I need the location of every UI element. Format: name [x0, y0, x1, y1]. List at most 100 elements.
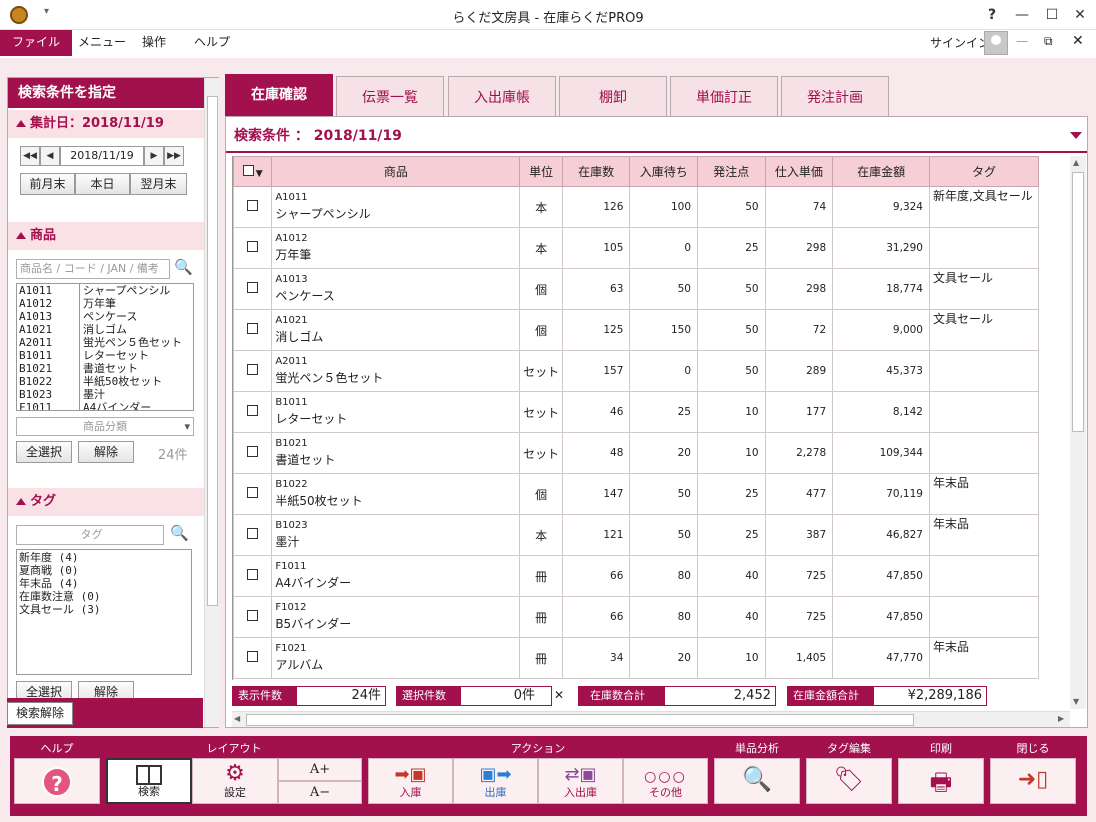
row-checkbox[interactable] [247, 569, 259, 580]
table-row[interactable]: B1011 レターセット セット 46 25 10 177 8,142 [233, 391, 1040, 433]
row-checkbox-cell[interactable] [233, 555, 273, 597]
tag-edit-button[interactable]: 🏷 [806, 758, 892, 804]
header-checkbox[interactable]: ▼ [233, 156, 273, 187]
tag-section-header[interactable]: タグ [8, 488, 204, 516]
tab-stock-check[interactable]: 在庫確認 [225, 74, 333, 116]
left-scrollbar[interactable] [204, 78, 219, 727]
table-hscrollbar[interactable]: ◀ ▶ [232, 711, 1070, 727]
col-tag[interactable]: タグ [928, 156, 1040, 187]
table-row[interactable]: A1013 ペンケース個 63 50 50 298 18,774 文具セール [233, 268, 1040, 310]
col-incoming[interactable]: 入庫待ち [629, 156, 698, 187]
row-checkbox-cell[interactable] [233, 514, 273, 556]
product-list-item[interactable]: A2011 蛍光ペン５色セット [17, 336, 193, 349]
next-day-icon[interactable]: ▶ [144, 146, 164, 166]
product-section-header[interactable]: 商品 [8, 222, 204, 250]
close-app-button[interactable]: ➜▯ [990, 758, 1076, 804]
ribbon-minimize-icon[interactable]: — [1016, 34, 1028, 48]
tab-price-correction[interactable]: 単価訂正 [670, 76, 778, 116]
table-row[interactable]: F1021 アルバム 冊 34 20 10 1,405 47,770 年末品 [233, 637, 1040, 679]
maximize-button[interactable]: ☐ [1038, 4, 1066, 26]
settings-button[interactable]: ⚙ 設定 [192, 758, 278, 804]
table-row[interactable]: B1022 半紙50枚セット 個 147 50 25 477 70,119 年末品 [233, 473, 1040, 515]
row-checkbox[interactable] [247, 282, 259, 293]
table-row[interactable]: A1012 万年筆 本 105 0 25 298 31,290 [233, 227, 1040, 269]
stock-inout-button[interactable]: ⇄▣ 入出庫 [538, 758, 623, 804]
tag-search-icon[interactable]: 🔍 [170, 524, 189, 542]
row-checkbox-cell[interactable] [233, 596, 273, 638]
restore-icon[interactable]: ⧉ [1044, 34, 1053, 49]
date-section-header[interactable]: 集計日：2018/11/19 [8, 110, 204, 138]
scroll-left-icon[interactable]: ◀ [234, 714, 240, 723]
row-checkbox-cell[interactable] [233, 309, 273, 351]
tag-list-item[interactable]: 新年度 (4) [19, 551, 189, 564]
row-checkbox[interactable] [247, 323, 259, 334]
stock-out-button[interactable]: ▣➡ 出庫 [453, 758, 538, 804]
clear-selection-icon[interactable]: ✕ [554, 688, 564, 702]
product-list-item[interactable]: A1021 消しゴム [17, 323, 193, 336]
row-checkbox[interactable] [247, 405, 259, 416]
product-list-item[interactable]: B1023 墨汁 [17, 388, 193, 401]
table-row[interactable]: F1012 B5バインダー 冊 66 80 40 725 47,850 [233, 596, 1040, 638]
tag-list-item[interactable]: 年末品 (4) [19, 577, 189, 590]
table-row[interactable]: A1021 消しゴム 個 125 150 50 72 9,000 文具セール [233, 309, 1040, 351]
search-icon[interactable]: 🔍 [174, 258, 193, 276]
product-list[interactable]: A1011 シャープペンシル A1012 万年筆 A1013 ペンケース A1021 消しゴム… [16, 283, 194, 411]
tag-list[interactable]: 新年度 (4) 夏商戦 (0) 年末品 (4) 在庫数注意 (0) 文具セール (3) [16, 549, 192, 675]
col-unit[interactable]: 単位 [519, 156, 563, 187]
row-checkbox-cell[interactable] [233, 186, 273, 228]
row-checkbox[interactable] [247, 487, 259, 498]
row-checkbox-cell[interactable] [233, 350, 273, 392]
left-scroll-thumb[interactable] [207, 96, 218, 606]
product-list-item[interactable]: A1012 万年筆 [17, 297, 193, 310]
prev-month-end-button[interactable]: 前月末 [20, 173, 75, 195]
signin-link[interactable]: サインイン [930, 34, 990, 51]
table-row[interactable]: F1011 A4バインダー 冊 66 80 40 725 47,850 [233, 555, 1040, 597]
col-reorder-point[interactable]: 発注点 [697, 156, 766, 187]
hscroll-thumb[interactable] [246, 714, 914, 726]
tab-inout-ledger[interactable]: 入出庫帳 [448, 76, 556, 116]
col-stock[interactable]: 在庫数 [561, 156, 631, 187]
product-select-all-button[interactable]: 全選択 [16, 441, 72, 463]
product-list-item[interactable]: F1011 A4バインダー [17, 401, 193, 410]
row-checkbox-cell[interactable] [233, 268, 273, 310]
close-button[interactable]: ✕ [1066, 4, 1094, 26]
row-checkbox-cell[interactable] [233, 637, 273, 679]
tag-list-item[interactable]: 文具セール (3) [19, 603, 189, 616]
item-analysis-button[interactable]: 🔍 [714, 758, 800, 804]
row-checkbox[interactable] [247, 446, 259, 457]
row-checkbox-cell[interactable] [233, 473, 273, 515]
prev-month-icon[interactable]: ◀◀ [20, 146, 40, 166]
col-product[interactable]: 商品 [271, 156, 521, 187]
menu-help[interactable]: ヘルプ [180, 30, 244, 56]
other-button[interactable]: ○○○ その他 [623, 758, 708, 804]
stock-in-button[interactable]: ➡▣ 入庫 [368, 758, 453, 804]
product-list-item[interactable]: B1021 書道セット [17, 362, 193, 375]
tag-list-item[interactable]: 在庫数注意 (0) [19, 590, 189, 603]
font-smaller-button[interactable]: A− [278, 781, 362, 804]
prev-day-icon[interactable]: ◀ [40, 146, 60, 166]
row-checkbox-cell[interactable] [233, 432, 273, 474]
today-button[interactable]: 本日 [75, 173, 130, 195]
row-checkbox[interactable] [247, 241, 259, 252]
table-row[interactable]: B1021 書道セット セット 48 20 10 2,278 109,344 [233, 432, 1040, 474]
doc-close-icon[interactable]: ✕ [1072, 33, 1084, 49]
date-field[interactable]: 2018/11/19 [60, 146, 144, 166]
vscroll-thumb[interactable] [1072, 172, 1084, 432]
scroll-up-icon[interactable]: ▲ [1073, 158, 1079, 167]
condition-toggle-icon[interactable] [1070, 132, 1082, 139]
row-checkbox-cell[interactable] [233, 391, 273, 433]
product-list-item[interactable]: B1022 半紙50枚セット [17, 375, 193, 388]
print-button[interactable]: 🖶 [898, 758, 984, 804]
category-select[interactable]: 商品分類 ▾ [16, 417, 194, 436]
chevron-down-icon[interactable]: ▼ [256, 169, 263, 179]
row-checkbox[interactable] [247, 528, 259, 539]
menu-file[interactable]: ファイル [0, 30, 73, 56]
row-checkbox-cell[interactable] [233, 227, 273, 269]
next-month-end-button[interactable]: 翌月末 [130, 173, 187, 195]
tab-order-plan[interactable]: 発注計画 [781, 76, 889, 116]
tab-slip-list[interactable]: 伝票一覧 [336, 76, 444, 116]
next-month-icon[interactable]: ▶▶ [164, 146, 184, 166]
col-stock-amount[interactable]: 在庫金額 [832, 156, 930, 187]
tag-search-input[interactable]: タグ [16, 525, 164, 545]
row-checkbox[interactable] [247, 364, 259, 375]
